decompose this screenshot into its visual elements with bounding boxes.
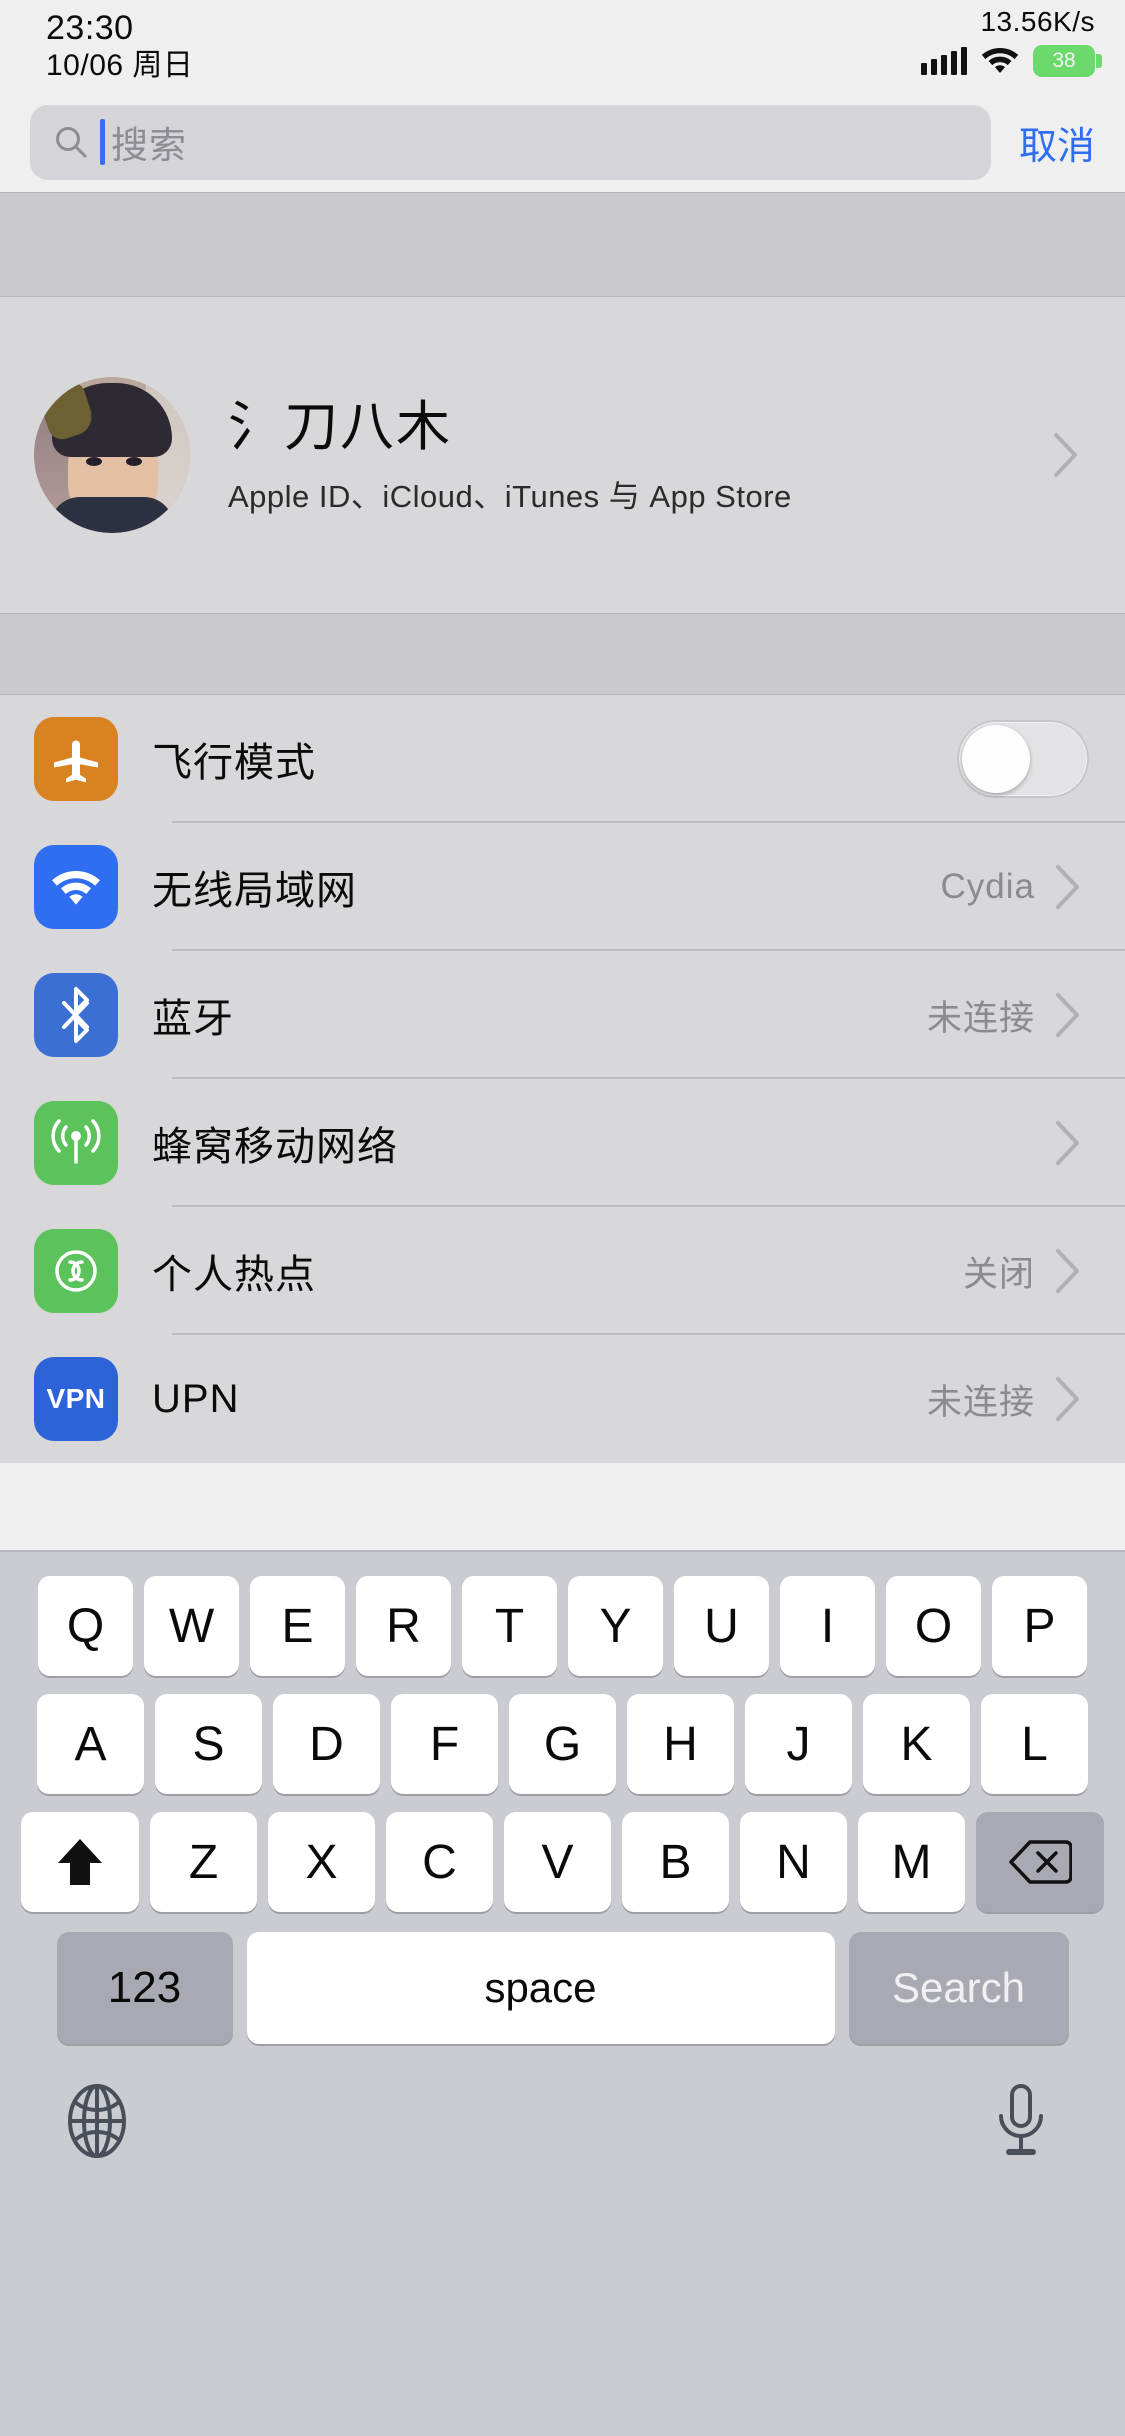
settings-row-label: 蓝牙 (152, 997, 234, 1041)
battery-indicator: 38 (1033, 44, 1102, 77)
key-h[interactable]: H (627, 1694, 734, 1794)
avatar (34, 377, 190, 533)
settings-row-label: 飞行模式 (152, 741, 316, 785)
cellular-signal-icon (921, 46, 967, 75)
chevron-right-icon (1053, 432, 1079, 478)
key-w[interactable]: W (144, 1576, 239, 1676)
key-g[interactable]: G (509, 1694, 616, 1794)
keyboard-bottom-bar (0, 2082, 1125, 2160)
status-bar: 23:30 10/06 周日 13.56K/s 38 (0, 0, 1125, 92)
key-p[interactable]: P (992, 1576, 1087, 1676)
chevron-right-icon (1055, 1376, 1081, 1422)
key-v[interactable]: V (504, 1812, 611, 1912)
search-bar-container: 搜索 取消 (0, 92, 1125, 192)
key-a[interactable]: A (37, 1694, 144, 1794)
apple-id-subtitle: Apple ID、iCloud、iTunes 与 App Store (228, 478, 792, 514)
wifi-icon (979, 42, 1021, 79)
battery-level-label: 38 (1052, 48, 1076, 72)
settings-row-label: 无线局域网 (152, 869, 357, 913)
key-f[interactable]: F (391, 1694, 498, 1794)
status-date: 10/06 周日 (46, 49, 194, 82)
text-cursor (100, 119, 105, 165)
key-x[interactable]: X (268, 1812, 375, 1912)
key-r[interactable]: R (356, 1576, 451, 1676)
globe-icon[interactable] (60, 2082, 134, 2160)
space-key[interactable]: space (246, 1932, 835, 2044)
settings-row-cellular[interactable]: 蜂窝移动网络 (0, 1079, 1125, 1207)
key-i[interactable]: I (780, 1576, 875, 1676)
key-l[interactable]: L (981, 1694, 1088, 1794)
settings-row-bluetooth[interactable]: 蓝牙 未连接 (0, 951, 1125, 1079)
airplane-icon (34, 717, 118, 801)
microphone-icon[interactable] (991, 2082, 1065, 2160)
settings-row-value: Cydia (940, 867, 1035, 906)
keyboard-row-2: ASDFGHJKL (0, 1694, 1125, 1794)
key-m[interactable]: M (858, 1812, 965, 1912)
search-icon (54, 125, 88, 159)
on-screen-keyboard: QWERTYUIOP ASDFGHJKL ZXCVBNM 123 space S… (0, 1550, 1125, 2436)
backspace-icon[interactable] (976, 1812, 1104, 1912)
key-z[interactable]: Z (150, 1812, 257, 1912)
key-n[interactable]: N (740, 1812, 847, 1912)
status-bar-left: 23:30 10/06 周日 (46, 8, 193, 84)
key-j[interactable]: J (745, 1694, 852, 1794)
settings-row-value: 未连接 (926, 1382, 1035, 1422)
section-spacer-top (0, 192, 1125, 297)
settings-row-label: 蜂窝移动网络 (152, 1125, 398, 1169)
cancel-button[interactable]: 取消 (1019, 115, 1095, 170)
network-speed-label: 13.56K/s (980, 6, 1095, 37)
keyboard-row-4: 123 space Search (0, 1932, 1125, 2044)
key-y[interactable]: Y (568, 1576, 663, 1676)
key-b[interactable]: B (622, 1812, 729, 1912)
key-u[interactable]: U (674, 1576, 769, 1676)
chevron-right-icon (1055, 1248, 1081, 1294)
settings-row-personal-hotspot[interactable]: 个人热点 关闭 (0, 1207, 1125, 1335)
hotspot-icon (34, 1229, 118, 1313)
vpn-icon: VPN (34, 1357, 118, 1441)
settings-row-value: 未连接 (926, 998, 1035, 1038)
key-t[interactable]: T (462, 1576, 557, 1676)
settings-row-wifi[interactable]: 无线局域网 Cydia (0, 823, 1125, 951)
chevron-right-icon (1055, 1120, 1081, 1166)
search-input[interactable]: 搜索 (30, 104, 991, 180)
vpn-icon-label: VPN (46, 1383, 106, 1414)
settings-row-label: UPN (152, 1376, 240, 1421)
chevron-right-icon (1055, 992, 1081, 1038)
keyboard-row-3: ZXCVBNM (0, 1812, 1125, 1912)
airplane-mode-toggle[interactable] (957, 720, 1089, 798)
key-c[interactable]: C (386, 1812, 493, 1912)
search-placeholder: 搜索 (111, 125, 187, 166)
search-return-key[interactable]: Search (848, 1932, 1069, 2044)
status-bar-right: 13.56K/s 38 (921, 6, 1102, 79)
shift-arrow-icon[interactable] (21, 1812, 139, 1912)
settings-row-value: 关闭 (962, 1254, 1035, 1294)
settings-row-vpn[interactable]: VPN UPN 未连接 (0, 1335, 1125, 1463)
status-time: 23:30 (46, 9, 134, 47)
cellular-icon (34, 1101, 118, 1185)
wifi-icon (34, 845, 118, 929)
settings-row-label: 个人热点 (152, 1253, 316, 1297)
keyboard-row-1: QWERTYUIOP (0, 1576, 1125, 1676)
key-k[interactable]: K (863, 1694, 970, 1794)
chevron-right-icon (1055, 864, 1081, 910)
key-q[interactable]: Q (38, 1576, 133, 1676)
section-spacer-middle (0, 613, 1125, 695)
key-d[interactable]: D (273, 1694, 380, 1794)
numbers-key[interactable]: 123 (56, 1932, 233, 2044)
settings-list: 飞行模式 无线局域网 Cydia 蓝牙 未连接 蜂窝移动网络 个人热点 关闭 V… (0, 695, 1125, 1463)
apple-id-name: 氵刀八木 (228, 396, 452, 457)
apple-id-cell[interactable]: 氵刀八木 Apple ID、iCloud、iTunes 与 App Store (0, 297, 1125, 613)
key-o[interactable]: O (886, 1576, 981, 1676)
bluetooth-icon (34, 973, 118, 1057)
key-s[interactable]: S (155, 1694, 262, 1794)
key-e[interactable]: E (250, 1576, 345, 1676)
settings-row-airplane-mode[interactable]: 飞行模式 (0, 695, 1125, 823)
